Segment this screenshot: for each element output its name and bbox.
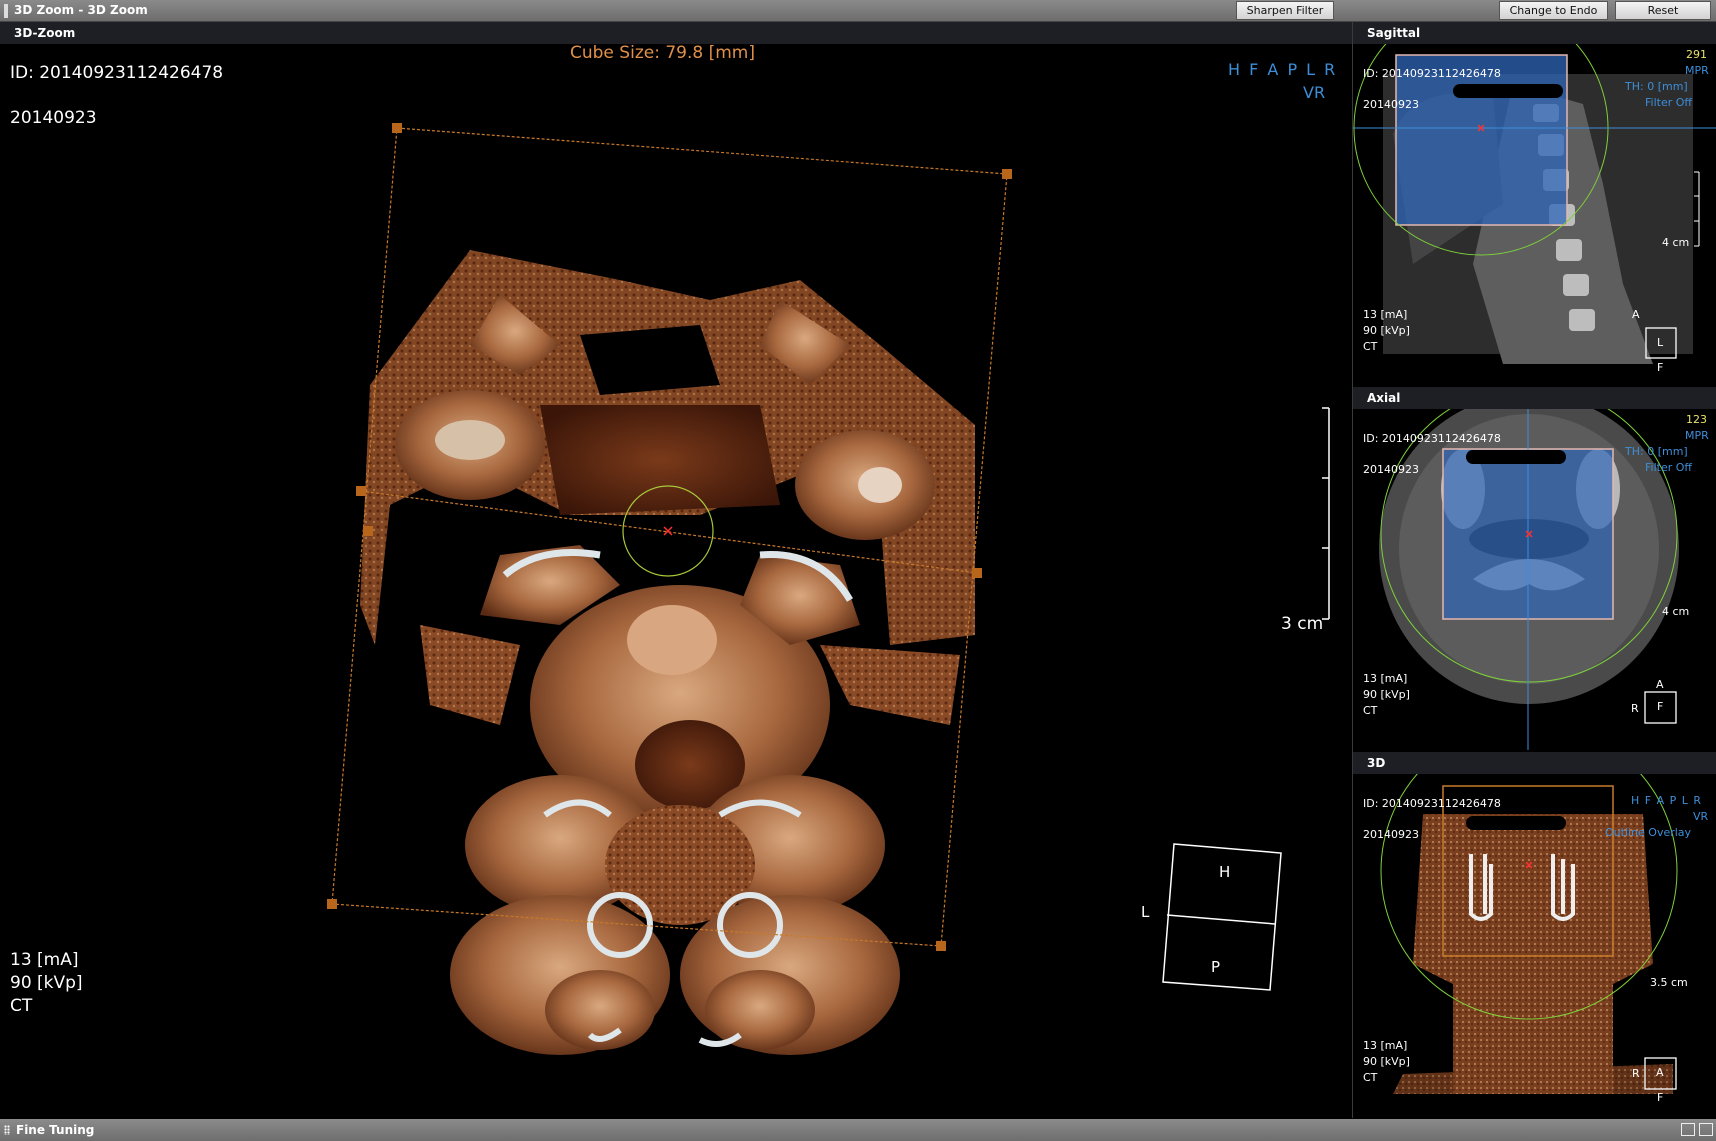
axial-slice-number: 123 xyxy=(1686,413,1707,426)
redaction-bar xyxy=(1466,450,1566,464)
sagittal-kvp: 90 [kVp] xyxy=(1363,324,1410,337)
sagittal-date: 20140923 xyxy=(1363,98,1419,111)
axial-orient-box: F xyxy=(1657,700,1664,713)
axial-scale: 4 cm xyxy=(1662,605,1690,618)
redaction-bar xyxy=(1466,816,1566,830)
orientation-label: H F A P L R xyxy=(1228,60,1338,79)
axial-modality: CT xyxy=(1363,704,1378,717)
sagittal-mode: MPR xyxy=(1685,64,1709,77)
skull-render xyxy=(360,250,975,1055)
cube-handle[interactable] xyxy=(936,941,946,951)
axial-id: ID: 20140923112426478 xyxy=(1363,432,1501,445)
main-view-header: 3D-Zoom xyxy=(0,22,1352,44)
main-3d-viewport[interactable]: Cube Size: 79.8 [mm] ID: 201409231124264… xyxy=(0,45,1352,1117)
axial-viewport[interactable]: ID: 20140923112426478 20140923 123 MPR T… xyxy=(1353,409,1716,750)
window-grip-icon[interactable] xyxy=(4,4,8,18)
folder-icon[interactable] xyxy=(1699,1123,1713,1136)
orient-cube-bottom: P xyxy=(1211,958,1221,976)
axial-orient-left: R xyxy=(1631,702,1639,715)
sagittal-scale: 4 cm xyxy=(1662,236,1690,249)
axial-filter: Filter Off xyxy=(1645,461,1692,474)
sagittal-slice-number: 291 xyxy=(1686,48,1707,61)
fine-tuning-label: Fine Tuning xyxy=(16,1123,95,1137)
cube-handle[interactable] xyxy=(356,486,366,496)
axial-mode: MPR xyxy=(1685,429,1709,442)
view3d-orient-left: R xyxy=(1632,1067,1640,1080)
axial-ma: 13 [mA] xyxy=(1363,672,1408,685)
view3d-date: 20140923 xyxy=(1363,828,1419,841)
drag-handle-icon[interactable] xyxy=(4,1125,10,1135)
axial-header: Axial xyxy=(1353,387,1716,409)
axial-thickness: TH: 0 [mm] xyxy=(1625,445,1688,458)
study-date: 20140923 xyxy=(10,108,97,128)
ma-label: 13 [mA] xyxy=(10,950,79,970)
view3d-viewport[interactable]: ID: 20140923112426478 20140923 H F A P L… xyxy=(1353,774,1716,1118)
title-bar: 3D Zoom - 3D Zoom Sharpen Filter Change … xyxy=(0,0,1716,22)
sagittal-header: Sagittal xyxy=(1353,22,1716,44)
view3d-header: 3D xyxy=(1353,752,1716,774)
sagittal-orient-box: L xyxy=(1657,336,1664,349)
window-title: 3D Zoom - 3D Zoom xyxy=(14,3,148,17)
cube-size-label: Cube Size: 79.8 [mm] xyxy=(570,45,755,63)
patient-id: ID: 20140923112426478 xyxy=(10,63,224,83)
view3d-ma: 13 [mA] xyxy=(1363,1039,1408,1052)
sagittal-viewport[interactable]: ID: 20140923112426478 20140923 291 MPR T… xyxy=(1353,44,1716,385)
scale-bar xyxy=(1322,407,1330,620)
scale-label: 3 cm xyxy=(1281,614,1324,634)
kvp-label: 90 [kVp] xyxy=(10,973,83,993)
view3d-orient-box: A xyxy=(1656,1066,1664,1079)
view3d-overlay: Outline Overlay xyxy=(1605,826,1692,839)
cube-handle[interactable] xyxy=(327,899,337,909)
save-icon[interactable] xyxy=(1681,1123,1695,1136)
cube-handle[interactable] xyxy=(1002,169,1012,179)
view3d-orientation: H F A P L R xyxy=(1631,794,1703,807)
cube-handle[interactable] xyxy=(363,526,373,536)
view3d-kvp: 90 [kVp] xyxy=(1363,1055,1410,1068)
reset-button[interactable]: Reset xyxy=(1615,1,1711,20)
view3d-scale: 3.5 cm xyxy=(1650,976,1688,989)
view3d-mode: VR xyxy=(1693,810,1709,823)
axial-date: 20140923 xyxy=(1363,463,1419,476)
fine-tuning-bar[interactable]: Fine Tuning xyxy=(0,1119,1716,1141)
cube-handle[interactable] xyxy=(392,123,402,133)
sagittal-filter: Filter Off xyxy=(1645,96,1692,109)
change-to-endo-button[interactable]: Change to Endo xyxy=(1499,1,1608,20)
sagittal-orient-left: A xyxy=(1632,308,1640,321)
redaction-bar xyxy=(1453,84,1563,98)
sagittal-modality: CT xyxy=(1363,340,1378,353)
sagittal-id: ID: 20140923112426478 xyxy=(1363,67,1501,80)
volume-render-svg[interactable] xyxy=(0,45,1352,1117)
view3d-id: ID: 20140923112426478 xyxy=(1363,797,1501,810)
modality-label: CT xyxy=(10,996,33,1016)
sharpen-filter-button[interactable]: Sharpen Filter xyxy=(1236,1,1334,20)
view3d-orient-bottom: F xyxy=(1657,1091,1664,1104)
orient-cube-top: H xyxy=(1219,863,1231,881)
axial-orient-top: A xyxy=(1656,678,1664,691)
cube-handle[interactable] xyxy=(972,568,982,578)
render-mode-label: VR xyxy=(1303,83,1326,102)
axial-kvp: 90 [kVp] xyxy=(1363,688,1410,701)
sagittal-thickness: TH: 0 [mm] xyxy=(1625,80,1688,93)
sagittal-ma: 13 [mA] xyxy=(1363,308,1408,321)
view3d-modality: CT xyxy=(1363,1071,1378,1084)
sagittal-orient-bottom: F xyxy=(1657,361,1664,374)
orient-cube-left: L xyxy=(1141,903,1150,921)
